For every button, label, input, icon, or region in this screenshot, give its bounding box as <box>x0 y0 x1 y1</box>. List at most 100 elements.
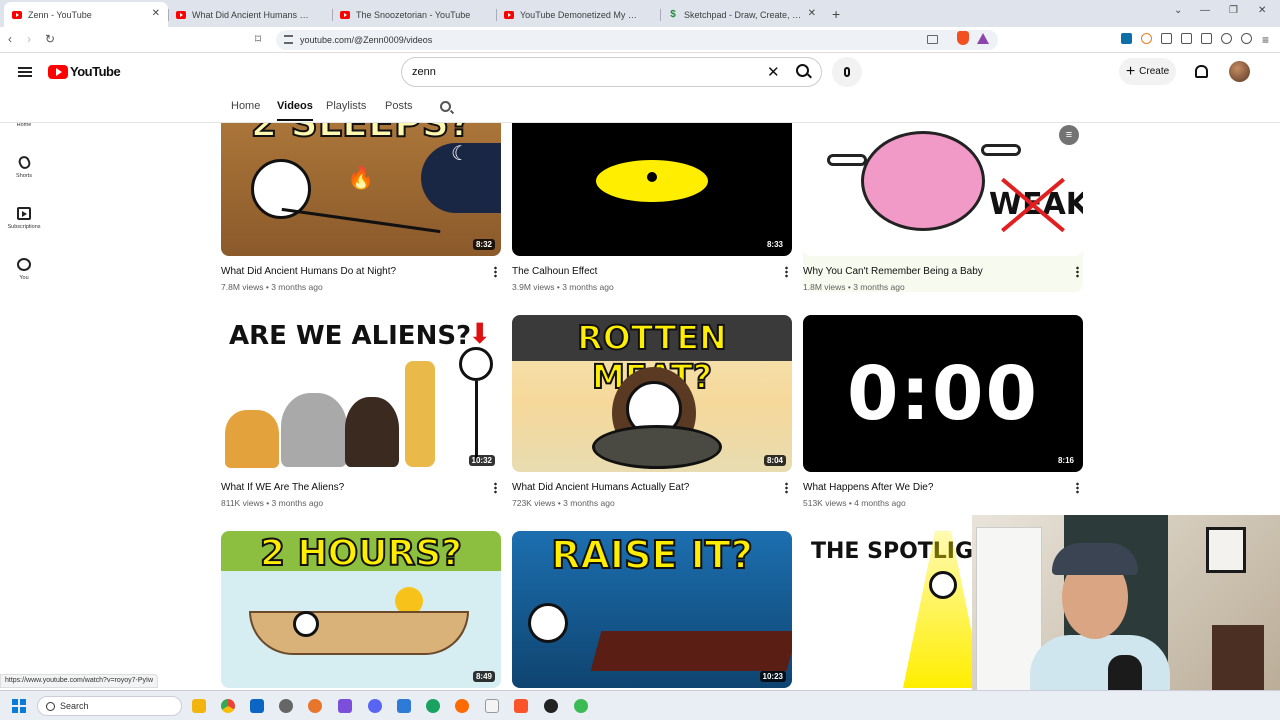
search-icon[interactable] <box>796 64 809 77</box>
video-thumbnail[interactable]: 0:00 8:16 <box>803 315 1083 472</box>
new-tab-icon[interactable]: + <box>832 6 840 22</box>
youtube-logo[interactable]: YouTube <box>48 64 121 79</box>
video-card[interactable]: ROTTEN MEAT? 8:04 What Did Ancient Human… <box>512 315 792 508</box>
video-thumbnail[interactable]: 2 SLEEPS? ☾ 🔥 8:32 <box>221 123 501 256</box>
stick-figure-body <box>475 381 478 461</box>
video-duration: 8:32 <box>472 239 495 250</box>
leo-ai-icon[interactable] <box>1221 33 1232 44</box>
windows-start-icon[interactable] <box>12 699 26 713</box>
video-card[interactable]: ARE WE ALIENS? ⬇ 10:32 What If WE Are Th… <box>221 315 501 508</box>
taskbar-search-input[interactable]: Search <box>37 696 182 716</box>
bookmark-icon[interactable]: ⌑ <box>255 32 261 46</box>
app-icon[interactable] <box>455 699 469 713</box>
video-title[interactable]: The Calhoun Effect <box>512 266 792 277</box>
video-card[interactable]: 0:00 8:16 What Happens After We Die? 513… <box>803 315 1083 508</box>
video-title[interactable]: What Did Ancient Humans Actually Eat? <box>512 482 792 493</box>
tab-playlists[interactable]: Playlists <box>326 100 366 112</box>
app-icon[interactable] <box>426 699 440 713</box>
brave-shields-icon[interactable] <box>957 31 969 45</box>
extensions-puzzle-icon[interactable] <box>1161 33 1172 44</box>
back-icon[interactable]: ‹ <box>8 32 12 46</box>
account-avatar[interactable] <box>1229 61 1250 82</box>
browser-tab-snoozetorian[interactable]: The Snoozetorian - YouTube <box>332 2 496 27</box>
video-card[interactable]: 2 SLEEPS? ☾ 🔥 8:32 What Did Ancient Huma… <box>221 123 501 292</box>
browser-tab-zenn[interactable]: Zenn - YouTube ✕ <box>4 2 168 27</box>
video-thumbnail[interactable]: 8:33 <box>512 123 792 256</box>
video-thumbnail[interactable]: 2 HOURS? 8:49 <box>221 531 501 688</box>
more-actions-icon[interactable] <box>494 482 497 494</box>
more-actions-icon[interactable] <box>494 266 497 278</box>
app-icon[interactable] <box>397 699 411 713</box>
file-explorer-icon[interactable] <box>192 699 206 713</box>
sidebar-toggle-icon[interactable] <box>1181 33 1192 44</box>
wallet-icon[interactable] <box>1201 33 1212 44</box>
video-card[interactable]: 8:33 The Calhoun Effect 3.9M views • 3 m… <box>512 123 792 292</box>
more-actions-icon[interactable] <box>1076 482 1079 494</box>
voice-search-button[interactable] <box>832 57 862 87</box>
video-title[interactable]: What Did Ancient Humans Do at Night? <box>221 266 501 277</box>
video-thumbnail[interactable]: ARE WE ALIENS? ⬇ 10:32 <box>221 315 501 472</box>
tab-posts[interactable]: Posts <box>385 100 413 112</box>
youtube-favicon-icon <box>12 10 22 19</box>
app-icon[interactable] <box>308 699 322 713</box>
tab-list-chevron-icon[interactable]: ⌄ <box>1174 5 1182 16</box>
browser-tab-ancient-humans[interactable]: What Did Ancient Humans Do at Nig <box>168 2 332 27</box>
notepad-icon[interactable] <box>485 699 499 713</box>
settings-icon[interactable] <box>279 699 293 713</box>
window-close-icon[interactable]: ✕ <box>1258 5 1266 16</box>
browser-tab-strip: Zenn - YouTube ✕ What Did Ancient Humans… <box>0 0 1280 27</box>
browser-menu-icon[interactable]: ≡ <box>1262 33 1269 47</box>
extension-icon[interactable] <box>1121 33 1132 44</box>
video-card[interactable]: RAISE IT? 10:23 <box>512 531 792 688</box>
cast-icon[interactable] <box>927 35 938 44</box>
create-button[interactable]: + Create <box>1119 58 1176 85</box>
reload-icon[interactable]: ↻ <box>45 32 55 46</box>
channel-search-icon[interactable] <box>440 101 451 112</box>
brave-rewards-icon[interactable] <box>977 33 989 44</box>
video-thumbnail[interactable]: WEAK ≡ <box>803 123 1083 256</box>
guide-menu-icon[interactable] <box>18 67 32 77</box>
extension-icon[interactable] <box>1141 33 1152 44</box>
tab-close-icon[interactable]: ✕ <box>808 8 816 19</box>
sketchpad-favicon-icon: $ <box>670 9 676 20</box>
browser-tab-sketchpad[interactable]: $ Sketchpad - Draw, Create, Share! ✕ <box>660 2 824 27</box>
tab-videos[interactable]: Videos <box>277 100 313 121</box>
search-input[interactable]: zenn <box>401 57 822 87</box>
chatgpt-icon[interactable] <box>544 699 558 713</box>
video-duration: 10:23 <box>759 671 786 682</box>
site-settings-icon[interactable] <box>284 35 293 44</box>
video-title[interactable]: What If WE Are The Aliens? <box>221 482 501 493</box>
brain-shape <box>861 131 985 231</box>
restore-icon[interactable]: ❐ <box>1229 5 1238 16</box>
forward-icon[interactable]: › <box>27 32 31 46</box>
tab-home[interactable]: Home <box>231 100 260 112</box>
notifications-bell-icon[interactable] <box>1195 65 1208 78</box>
brave-browser-icon[interactable] <box>514 699 528 713</box>
clear-search-icon[interactable]: ✕ <box>767 63 780 81</box>
tab-close-icon[interactable]: ✕ <box>152 8 160 19</box>
vpn-icon[interactable] <box>1241 33 1252 44</box>
video-title[interactable]: Why You Can't Remember Being a Baby <box>803 266 1083 277</box>
more-actions-icon[interactable] <box>785 482 788 494</box>
add-to-queue-icon[interactable]: ≡ <box>1059 125 1079 145</box>
app-icon[interactable] <box>574 699 588 713</box>
windows-taskbar: Search <box>0 690 1280 720</box>
rotten-meat-shape <box>592 425 722 469</box>
app-icon[interactable] <box>250 699 264 713</box>
video-card-hovered[interactable]: WEAK ≡ Why You Can't Remember Being a Ba… <box>803 123 1083 292</box>
giraffe-shape <box>405 361 435 467</box>
chrome-icon[interactable] <box>221 699 235 713</box>
video-duration: 10:32 <box>468 455 495 466</box>
app-icon[interactable] <box>338 699 352 713</box>
thumbnail-text: 2 HOURS? <box>259 532 463 575</box>
video-card[interactable]: 2 HOURS? 8:49 <box>221 531 501 688</box>
minimize-icon[interactable]: — <box>1200 5 1210 16</box>
video-thumbnail[interactable]: ROTTEN MEAT? 8:04 <box>512 315 792 472</box>
browser-tab-demonetized[interactable]: YouTube Demonetized My $71,693/Y <box>496 2 660 27</box>
more-actions-icon[interactable] <box>1076 266 1079 278</box>
url-bar[interactable]: youtube.com/@Zenn0009/videos <box>276 30 998 50</box>
video-title[interactable]: What Happens After We Die? <box>803 482 1083 493</box>
discord-icon[interactable] <box>368 699 382 713</box>
more-actions-icon[interactable] <box>785 266 788 278</box>
video-thumbnail[interactable]: RAISE IT? 10:23 <box>512 531 792 688</box>
